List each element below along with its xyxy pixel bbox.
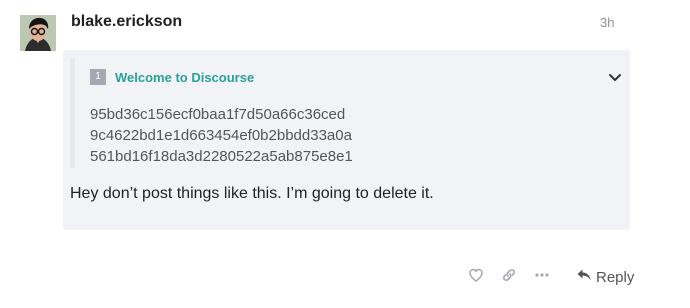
quote-line: 561bd16f18da3d2280522a5ab875e8e1 xyxy=(90,148,353,165)
avatar[interactable] xyxy=(20,15,56,51)
quote-block: 1 Welcome to Discourse 95bd36c156ecf0baa… xyxy=(70,58,623,168)
ellipsis-icon xyxy=(534,267,550,288)
reply-icon xyxy=(576,267,592,288)
link-icon xyxy=(501,267,517,288)
post-date[interactable]: 3h xyxy=(600,15,614,30)
quote-title-link[interactable]: Welcome to Discourse xyxy=(115,70,254,85)
chevron-down-icon[interactable] xyxy=(605,68,625,88)
copy-link-button[interactable] xyxy=(501,266,521,288)
post-text: Hey don’t post things like this. I’m goi… xyxy=(70,185,434,202)
post-body: 1 Welcome to Discourse 95bd36c156ecf0baa… xyxy=(63,50,630,230)
quote-line: 95bd36c156ecf0baa1f7d50a66c36ced xyxy=(90,106,346,123)
reply-label: Reply xyxy=(596,268,635,286)
quote-content: 95bd36c156ecf0baa1f7d50a66c36ced 9c4622b… xyxy=(90,104,353,167)
quote-post-number-badge: 1 xyxy=(90,69,106,85)
post-username[interactable]: blake.erickson xyxy=(71,13,182,31)
reply-button[interactable]: Reply xyxy=(576,266,635,288)
quote-line: 9c4622bd1e1d663454ef0b2bbdd33a0a xyxy=(90,127,352,144)
heart-icon xyxy=(468,267,484,288)
like-button[interactable] xyxy=(468,266,488,288)
more-actions-button[interactable] xyxy=(534,266,554,288)
